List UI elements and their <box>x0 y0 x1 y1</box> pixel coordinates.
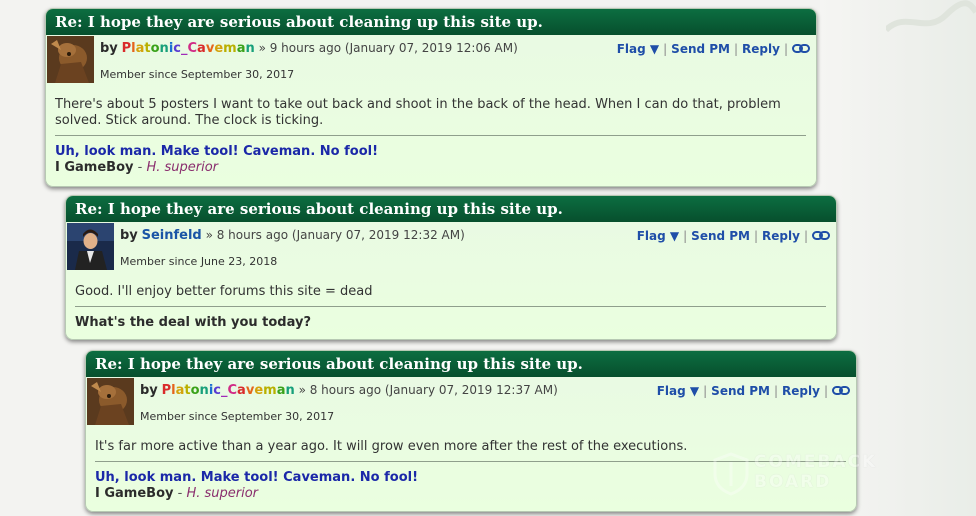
post-actions: Flag ▼ | Send PM | Reply | <box>657 384 850 398</box>
member-since: Member since June 23, 2018 <box>120 255 278 268</box>
post-title: Re: I hope they are serious about cleani… <box>66 196 836 222</box>
post-byline: by Platonic_Caveman » 9 hours ago (Janua… <box>100 41 518 56</box>
signature-line-1: Uh, look man. Make tool! Caveman. No foo… <box>55 144 379 159</box>
by-label: by <box>140 383 158 398</box>
post-byline: by Seinfeld » 8 hours ago (January 07, 2… <box>120 228 465 243</box>
by-label: by <box>100 41 118 56</box>
signature-name: I GameBoy <box>55 160 134 175</box>
reply-button[interactable]: Reply <box>782 384 820 398</box>
signature-divider <box>75 306 826 307</box>
action-separator: | <box>754 229 759 243</box>
signature-italic: H. superior <box>186 486 259 501</box>
member-since: Member since September 30, 2017 <box>140 410 335 423</box>
action-separator: | <box>683 229 688 243</box>
raquo-separator: » <box>205 228 213 242</box>
send-pm-button[interactable]: Send PM <box>691 229 750 243</box>
signature-line-1: Uh, look man. Make tool! Caveman. No foo… <box>95 470 419 485</box>
action-separator: | <box>823 384 828 398</box>
flag-button[interactable]: Flag ▼ <box>637 229 679 243</box>
relative-time: 8 hours ago <box>216 228 289 242</box>
link-chain-icon[interactable] <box>832 385 850 396</box>
username-link[interactable]: Platonic_Caveman <box>162 383 295 398</box>
signature-name: I GameBoy <box>95 486 174 501</box>
action-separator: | <box>663 42 668 56</box>
post-timestamp: (January 07, 2019 12:06 AM) <box>344 41 518 55</box>
forum-post: Re: I hope they are serious about cleani… <box>45 8 817 187</box>
seinfeld-avatar[interactable] <box>67 223 114 270</box>
signature-line-2: I GameBoy - H. superior <box>95 486 258 501</box>
signature-italic: H. superior <box>146 160 219 175</box>
signature-line-2: I GameBoy - H. superior <box>55 160 218 175</box>
post-actions: Flag ▼ | Send PM | Reply | <box>637 229 830 243</box>
reply-button[interactable]: Reply <box>742 42 780 56</box>
link-chain-icon[interactable] <box>792 43 810 54</box>
post-timestamp: (January 07, 2019 12:32 AM) <box>291 228 465 242</box>
raquo-separator: » <box>258 41 266 55</box>
post-body: Good. I'll enjoy better forums this site… <box>75 284 373 299</box>
platonic-caveman-avatar[interactable] <box>87 378 134 425</box>
post-timestamp: (January 07, 2019 12:37 AM) <box>384 383 558 397</box>
signature-divider <box>95 461 846 462</box>
forum-post: Re: I hope they are serious about cleani… <box>85 350 857 512</box>
post-body: There's about 5 posters I want to take o… <box>55 97 781 128</box>
signature-line-1: What's the deal with you today? <box>75 315 311 330</box>
platonic-caveman-avatar[interactable] <box>47 36 94 83</box>
by-label: by <box>120 228 138 243</box>
action-separator: | <box>783 42 788 56</box>
send-pm-button[interactable]: Send PM <box>711 384 770 398</box>
post-title: Re: I hope they are serious about cleani… <box>86 351 856 377</box>
signature-divider <box>55 135 806 136</box>
forum-post: Re: I hope they are serious about cleani… <box>65 195 837 340</box>
send-pm-button[interactable]: Send PM <box>671 42 730 56</box>
relative-time: 9 hours ago <box>269 41 342 55</box>
username-link[interactable]: Seinfeld <box>142 228 202 243</box>
flag-button[interactable]: Flag ▼ <box>617 42 659 56</box>
member-since: Member since September 30, 2017 <box>100 68 295 81</box>
action-separator: | <box>774 384 779 398</box>
relative-time: 8 hours ago <box>309 383 382 397</box>
post-byline: by Platonic_Caveman » 8 hours ago (Janua… <box>140 383 558 398</box>
link-chain-icon[interactable] <box>812 230 830 241</box>
raquo-separator: » <box>298 383 306 397</box>
action-separator: | <box>734 42 739 56</box>
background-decoration <box>886 0 976 33</box>
action-separator: | <box>803 229 808 243</box>
post-title: Re: I hope they are serious about cleani… <box>46 9 816 35</box>
post-actions: Flag ▼ | Send PM | Reply | <box>617 42 810 56</box>
post-body: It's far more active than a year ago. It… <box>95 439 688 454</box>
signature-dash: - <box>133 160 147 175</box>
signature-dash: - <box>173 486 187 501</box>
flag-button[interactable]: Flag ▼ <box>657 384 699 398</box>
reply-button[interactable]: Reply <box>762 229 800 243</box>
username-link[interactable]: Platonic_Caveman <box>122 41 255 56</box>
action-separator: | <box>703 384 708 398</box>
